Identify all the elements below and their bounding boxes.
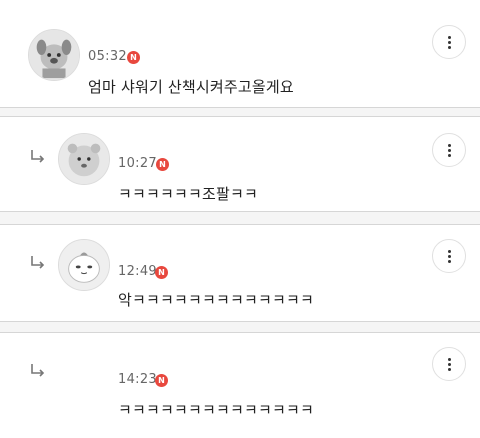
reply-arrow-icon (31, 364, 45, 377)
comment-time: 12:49 (118, 264, 157, 279)
reply-arrow-icon (31, 256, 45, 269)
new-badge: N (155, 374, 168, 387)
dog-avatar[interactable] (28, 29, 80, 81)
comment-card: 05:32 N 엄마 샤워기 산책시켜주고올게요 (0, 0, 480, 108)
more-vertical-icon (447, 36, 451, 39)
comment-text: ㅋㅋㅋㅋㅋㅋㅋㅋㅋㅋㅋㅋㅋㅋ (118, 401, 315, 419)
more-options-button[interactable] (432, 239, 466, 273)
comment-text: ㅋㅋㅋㅋㅋㅋ조팔ㅋㅋ (118, 185, 259, 203)
comment-card: 14:23 N ㅋㅋㅋㅋㅋㅋㅋㅋㅋㅋㅋㅋㅋㅋ (0, 332, 480, 438)
comment-card: 12:49 N 악ㅋㅋㅋㅋㅋㅋㅋㅋㅋㅋㅋㅋㅋ (0, 224, 480, 322)
more-options-button[interactable] (432, 133, 466, 167)
new-badge: N (156, 158, 169, 171)
more-options-button[interactable] (432, 25, 466, 59)
peach-avatar[interactable] (58, 239, 110, 291)
comment-text: 엄마 샤워기 산책시켜주고올게요 (88, 78, 294, 96)
more-options-button[interactable] (432, 347, 466, 381)
new-badge: N (127, 51, 140, 64)
bear-avatar[interactable] (58, 133, 110, 185)
comment-feed: 05:32 N 엄마 샤워기 산책시켜주고올게요 10:27 N ㅋㅋㅋㅋㅋㅋ조… (0, 0, 480, 438)
comment-text: 악ㅋㅋㅋㅋㅋㅋㅋㅋㅋㅋㅋㅋㅋ (118, 291, 315, 309)
comment-card: 10:27 N ㅋㅋㅋㅋㅋㅋ조팔ㅋㅋ (0, 116, 480, 212)
comment-time: 14:23 (118, 372, 157, 387)
more-vertical-icon (447, 358, 451, 361)
new-badge: N (155, 266, 168, 279)
more-vertical-icon (447, 144, 451, 147)
reply-arrow-icon (31, 150, 45, 163)
comment-time: 10:27 (118, 156, 157, 171)
more-vertical-icon (447, 250, 451, 253)
comment-time: 05:32 (88, 49, 127, 64)
